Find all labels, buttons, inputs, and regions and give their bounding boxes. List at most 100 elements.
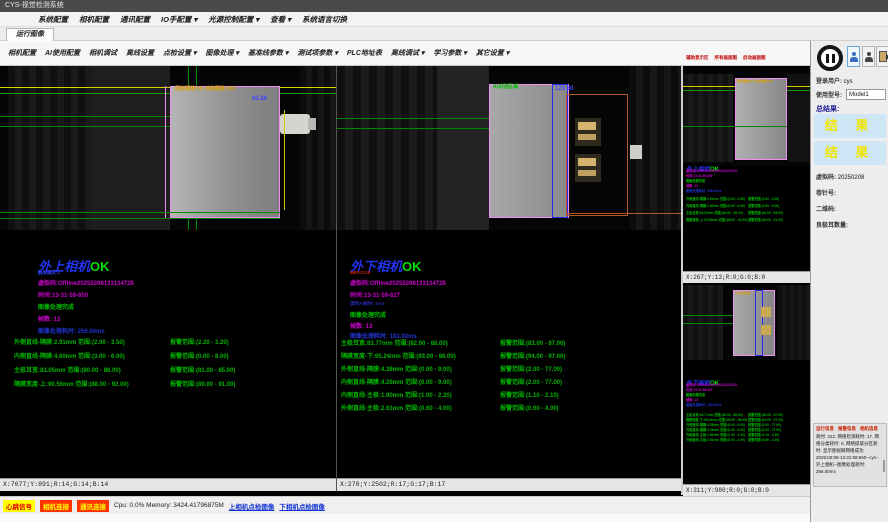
mid-barcode: 虚拟码:Offline20250208133134728 <box>350 278 446 287</box>
pause-button[interactable] <box>817 45 843 71</box>
machine-column <box>778 285 810 360</box>
lower-camera-check-link[interactable]: 下相机点检图像 <box>279 501 325 511</box>
toolbar-other-setting[interactable]: 其它设置 ▾ <box>476 48 509 58</box>
aux-tab-start-views[interactable]: 启动画面图 <box>743 55 766 61</box>
measurement-text: 外侧直线-主极:2.61mm 范围:(0.60 - 4.00) <box>686 438 745 442</box>
small1-elapsed: 图像处理耗时: 256.00ms <box>686 188 721 193</box>
measurement-text: 主极耳宽:83.05mm 范围:(80.00 - 86.00) <box>686 211 743 215</box>
left-elapsed: 图像处理耗时: 256.00ms <box>38 326 105 335</box>
exit-button[interactable] <box>876 46 888 67</box>
toolbar-check-setting[interactable]: 点检设置 ▾ <box>163 48 196 58</box>
aux-tab-display[interactable]: 辅助显示区 <box>686 55 709 61</box>
aux-tab-all-views[interactable]: 所有画面图 <box>715 55 738 61</box>
machine-column <box>787 74 810 162</box>
measurement-row: 内侧直线-隔膜:4.28mm 范围:(0.00 - 9.00)报警范围:(2.0… <box>341 377 452 386</box>
mid-coord-bar: X:270;Y:2502;R:17;G:17;B:17 <box>337 478 681 491</box>
machine-column-right <box>300 66 336 230</box>
measurement-text: 外侧直线-隔膜:2.91mm 范围:(2.00 - 3.50) <box>686 197 745 201</box>
small-camera-image-1[interactable]: 固定阈值:93, 动态阈值:100 <box>683 66 810 166</box>
info-tab-camera[interactable]: 相机信息 <box>860 426 878 432</box>
qr-code-label: 二维码: <box>816 204 836 213</box>
info-log-panel: 运行信息 报警信息 相机信息 耗时: 222, 网络检测耗时: 17, 网络分类… <box>813 423 887 487</box>
virtual-code-value: 20250208 <box>838 175 865 181</box>
yellow-baseline <box>0 87 336 88</box>
ai-region-label: AI识别区域 <box>493 83 518 90</box>
left-time: 时间:13-31-59-650 <box>38 290 88 299</box>
virtual-code-label: 虚拟码: 20250208 <box>816 172 864 181</box>
operator-icon <box>865 52 873 62</box>
result-box-lower: 结 果 <box>814 141 886 165</box>
measurement-text: 外侧直线-隔膜:2.91mm 范围:(2.00 - 3.50) <box>14 340 125 346</box>
total-result-label: 总结果: <box>816 104 839 114</box>
measurement-row: 隔膜宽度-上:90.56mm 范围:(88.00 - 92.00)报警范围:(8… <box>14 379 129 388</box>
login-user-value: cys <box>844 79 853 85</box>
measurement-row: 外侧直线-隔膜:4.38mm 范围:(0.00 - 9.00)报警范围:(2.0… <box>341 364 452 373</box>
measurement-alarm: 报警范围:(81.00 - 85.00) <box>748 210 783 215</box>
info-log-body: 耗时: 222, 网络检测耗时: 17, 网络分类耗时: 0, 网络提取分区耗时… <box>814 433 886 477</box>
toolbar-offline-debug[interactable]: 离线调试 ▾ <box>391 48 424 58</box>
tab-run-image[interactable]: 运行图像 <box>6 28 54 41</box>
toolbar: 相机配置 AI使用配置 相机调试 离线设置 点检设置 ▾ 图像处理 ▾ 基准线参… <box>0 41 888 66</box>
toolbar-ai-config[interactable]: AI使用配置 <box>45 48 80 58</box>
measurement-row: 主极耳宽:83.77mm 范围:(82.00 - 88.00)报警范围:(83.… <box>341 338 448 347</box>
model-input[interactable]: Model1 <box>846 89 886 100</box>
menu-item-system-config[interactable]: 系统配置 <box>38 14 68 25</box>
status-bar: 心跳信号 相机连接 通讯连接 Cpu: 0.0% Memory: 3424.41… <box>0 496 810 514</box>
operator-button[interactable] <box>862 46 875 67</box>
toolbar-plc-table[interactable]: PLC地址表 <box>347 48 382 58</box>
user-button[interactable] <box>847 46 860 67</box>
toolbar-image-process[interactable]: 图像处理 ▾ <box>205 48 238 58</box>
exit-door-icon <box>879 51 887 62</box>
toolbar-test-params[interactable]: 测试项参数 ▾ <box>297 48 337 58</box>
green-line <box>0 212 280 213</box>
left-camera-image[interactable]: 固定阈值:93, 动态阈值:100 92.88 <box>0 66 336 230</box>
toolbar-camera-config[interactable]: 相机配置 <box>8 48 36 58</box>
pause-icon <box>832 54 835 63</box>
green-line <box>0 126 170 127</box>
measurement-alarm: 报警范围:(2.00 - 77.00) <box>500 377 562 386</box>
machine-mid <box>92 66 170 230</box>
measurement-alarm: 报警范围:(0.60 - 4.00) <box>500 403 559 412</box>
menu-item-comm-config[interactable]: 通讯配置 <box>120 14 150 25</box>
measurement-text: 内侧直线-主极:1.90mm 范围:(1.00 - 2.20) <box>341 393 452 399</box>
mid-process-done: 图像处理完成 <box>350 310 386 319</box>
measurement-alarm: 报警范围:(1.10 - 2.10) <box>500 390 559 399</box>
menu-item-io-config[interactable]: IO手配置 ▾ <box>161 14 197 25</box>
gold-contact <box>761 325 771 335</box>
camera-connect-badge: 相机连接 <box>40 500 72 512</box>
aux-display-header: 辅助显示区 所有画面图 启动画面图 <box>686 55 810 61</box>
measurement-alarm: 报警范围:(83.00 - 87.00) <box>500 338 565 347</box>
mid-camera-image[interactable]: AI识别区域 123.80 <box>337 66 681 230</box>
left-frame-count: 帧数: 13 <box>38 314 60 323</box>
model-label: 使用型号: <box>816 90 842 99</box>
menu-item-camera-config[interactable]: 相机配置 <box>79 14 109 25</box>
menu-item-view[interactable]: 查看 ▾ <box>270 14 291 25</box>
menu-item-language[interactable]: 系统语言切换 <box>302 14 347 25</box>
small-camera-image-2[interactable]: AI识别区域 <box>683 285 810 360</box>
measurement-text: 内侧直线-隔膜:4.60mm 范围:(3.00 - 6.00) <box>686 204 745 208</box>
menu-item-light-config[interactable]: 光源控制配置 ▾ <box>208 14 259 25</box>
info-scrollbar[interactable] <box>883 460 885 472</box>
cpu-memory-readout: Cpu: 0.0% Memory: 3424.41796875M <box>114 502 224 509</box>
measurement-text: 内侧直线-隔膜:4.60mm 范围:(3.00 - 6.00) <box>14 354 125 360</box>
measurement-alarm: 报警范围:(2.20 - 3.20) <box>748 196 779 201</box>
toolbar-learn-params[interactable]: 学习参数 ▾ <box>433 48 466 58</box>
measurement-row: 隔膜宽度-上:90.56mm 范围:(88.00 - 92.00)报警范围:(8… <box>686 217 747 222</box>
window-title: CYS-视觉检测系统 <box>5 2 64 9</box>
toolbar-baseline-params[interactable]: 基准线参数 ▾ <box>248 48 288 58</box>
upper-camera-check-link[interactable]: 上相机点检图像 <box>229 501 275 511</box>
info-tab-run[interactable]: 运行信息 <box>816 426 834 432</box>
separator-region <box>735 78 787 160</box>
measurement-row: 外侧直线-隔膜:2.91mm 范围:(2.00 - 3.50)报警范围:(2.2… <box>14 337 125 346</box>
toolbar-offline-setting[interactable]: 离线设置 <box>126 48 154 58</box>
left-trigger-mode: 触发模式:1 <box>38 270 60 276</box>
mid-ai-time: 调用AI耗时: 1ms <box>350 301 384 307</box>
gold-contact <box>578 170 596 176</box>
info-tab-alarm[interactable]: 报警信息 <box>838 426 856 432</box>
machine-column <box>683 74 733 162</box>
bright-part <box>630 145 642 159</box>
machine-column-left <box>337 66 437 230</box>
toolbar-camera-debug[interactable]: 相机调试 <box>89 48 117 58</box>
blue-roi-rect <box>755 290 763 356</box>
threshold-overlay-label: 固定阈值:93, 动态阈值:100 <box>737 79 773 83</box>
